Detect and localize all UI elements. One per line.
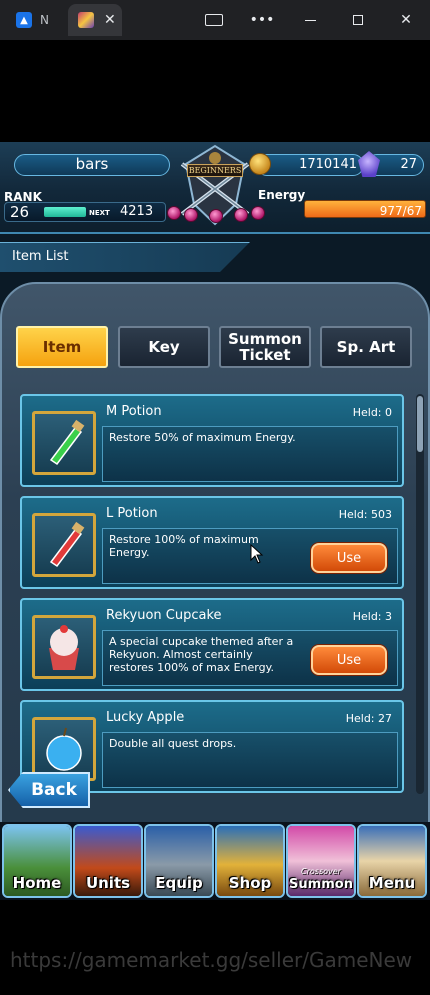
close-window-button[interactable]: ✕ bbox=[382, 0, 430, 40]
use-button[interactable]: Use bbox=[311, 543, 387, 573]
tab-key[interactable]: Key bbox=[118, 326, 210, 368]
item-name: M Potion bbox=[106, 404, 162, 419]
game-icon bbox=[78, 12, 94, 28]
next-exp-value: 4213 bbox=[120, 204, 154, 219]
item-held-count: Held: 3 bbox=[352, 610, 392, 623]
item-thumbnail bbox=[32, 411, 96, 475]
item-thumbnail bbox=[32, 615, 96, 679]
nav-home-button[interactable]: Home bbox=[2, 824, 72, 898]
item-card-l-potion[interactable]: L Potion Held: 503 Restore 100% of maxim… bbox=[20, 496, 404, 589]
item-thumbnail bbox=[32, 513, 96, 577]
use-button[interactable]: Use bbox=[311, 645, 387, 675]
item-held-count: Held: 503 bbox=[338, 508, 392, 521]
item-list[interactable]: M Potion Held: 0 Restore 50% of maximum … bbox=[12, 392, 412, 794]
nav-shop-label: Shop bbox=[228, 874, 272, 892]
browser-tab-2[interactable]: ✕ bbox=[68, 4, 122, 36]
nav-menu-button[interactable]: Menu bbox=[357, 824, 427, 898]
nav-units-label: Units bbox=[85, 874, 131, 892]
energy-label: Energy bbox=[258, 188, 306, 202]
more-options-button[interactable]: ••• bbox=[238, 0, 286, 40]
item-card-m-potion[interactable]: M Potion Held: 0 Restore 50% of maximum … bbox=[20, 394, 404, 487]
minimize-button[interactable] bbox=[286, 0, 334, 40]
item-name: Rekyuon Cupcake bbox=[106, 608, 222, 623]
browser-tab-bar: ▲ N ✕ ••• ✕ bbox=[0, 0, 430, 40]
item-list-scrollbar[interactable] bbox=[416, 394, 424, 794]
red-potion-icon bbox=[49, 521, 85, 568]
orb-icon bbox=[167, 206, 181, 220]
close-tab-icon[interactable]: ✕ bbox=[104, 12, 116, 28]
more-icon: ••• bbox=[249, 12, 275, 28]
nav-menu-label: Menu bbox=[368, 874, 416, 892]
tab-item[interactable]: Item bbox=[16, 326, 108, 368]
item-thumbnail bbox=[32, 717, 96, 781]
minimize-icon bbox=[304, 19, 316, 21]
nav-home-label: Home bbox=[12, 874, 62, 892]
maximize-icon bbox=[353, 15, 363, 25]
orb-icon bbox=[184, 208, 198, 222]
energy-value: 977/67 bbox=[379, 204, 422, 218]
nav-summon-button[interactable]: Crossover Summon bbox=[286, 824, 356, 898]
browser-tab-1[interactable]: ▲ N bbox=[10, 6, 64, 34]
item-name: L Potion bbox=[106, 506, 158, 521]
nav-equip-label: Equip bbox=[155, 874, 203, 892]
browser-tab-1-title: N bbox=[40, 13, 49, 27]
watermark: https://gamemarket.gg/seller/GameNew bbox=[10, 948, 413, 972]
green-potion-icon bbox=[49, 419, 85, 466]
item-description: A special cupcake themed after a Rekyuon… bbox=[109, 635, 294, 674]
nav-equip-button[interactable]: Equip bbox=[144, 824, 214, 898]
keyboard-button[interactable] bbox=[190, 0, 238, 40]
window-controls: ••• ✕ bbox=[190, 0, 430, 40]
player-name: bars bbox=[14, 154, 170, 176]
item-description-box: Double all quest drops. bbox=[102, 732, 398, 788]
item-description-box: Restore 50% of maximum Energy. bbox=[102, 426, 398, 482]
blue-apple-icon bbox=[46, 727, 82, 771]
nav-units-button[interactable]: Units bbox=[73, 824, 143, 898]
game-screen: bars 1710141 27 BEGINNERS RANK 26 NEXT 4… bbox=[0, 142, 430, 900]
item-description-box: A special cupcake themed after a Rekyuon… bbox=[102, 630, 398, 686]
orb-icon bbox=[209, 209, 223, 223]
cupcake-icon bbox=[49, 625, 79, 670]
item-card-rekyuon-cupcake[interactable]: Rekyuon Cupcake Held: 3 A special cupcak… bbox=[20, 598, 404, 691]
exp-bar bbox=[44, 207, 86, 217]
rank-value: 26 bbox=[10, 203, 30, 221]
orb-icon bbox=[251, 206, 265, 220]
item-name: Lucky Apple bbox=[106, 710, 185, 725]
item-held-count: Held: 0 bbox=[352, 406, 392, 419]
back-button[interactable]: Back bbox=[8, 772, 90, 808]
next-label: NEXT bbox=[89, 209, 110, 217]
keyboard-icon bbox=[205, 14, 223, 26]
nav-summon-sublabel: Crossover bbox=[301, 867, 341, 876]
item-description: Double all quest drops. bbox=[109, 737, 237, 750]
maximize-button[interactable] bbox=[334, 0, 382, 40]
item-description: Restore 100% of maximum Energy. bbox=[109, 533, 259, 559]
tab-sp-art[interactable]: Sp. Art bbox=[320, 326, 412, 368]
app-icon: ▲ bbox=[16, 12, 32, 28]
scrollbar-thumb[interactable] bbox=[417, 396, 423, 452]
nav-summon-label: Summon bbox=[289, 877, 353, 892]
item-list-title: Item List bbox=[12, 249, 69, 264]
beginners-badge: BEGINNERS bbox=[187, 164, 243, 177]
mouse-cursor-icon bbox=[250, 544, 264, 564]
nav-shop-button[interactable]: Shop bbox=[215, 824, 285, 898]
close-icon: ✕ bbox=[400, 12, 412, 28]
tab-summon-ticket[interactable]: Summon Ticket bbox=[219, 326, 311, 368]
money-counter: 1710141 bbox=[256, 154, 364, 176]
orb-icon bbox=[234, 208, 248, 222]
item-held-count: Held: 27 bbox=[345, 712, 392, 725]
item-description: Restore 50% of maximum Energy. bbox=[109, 431, 296, 444]
